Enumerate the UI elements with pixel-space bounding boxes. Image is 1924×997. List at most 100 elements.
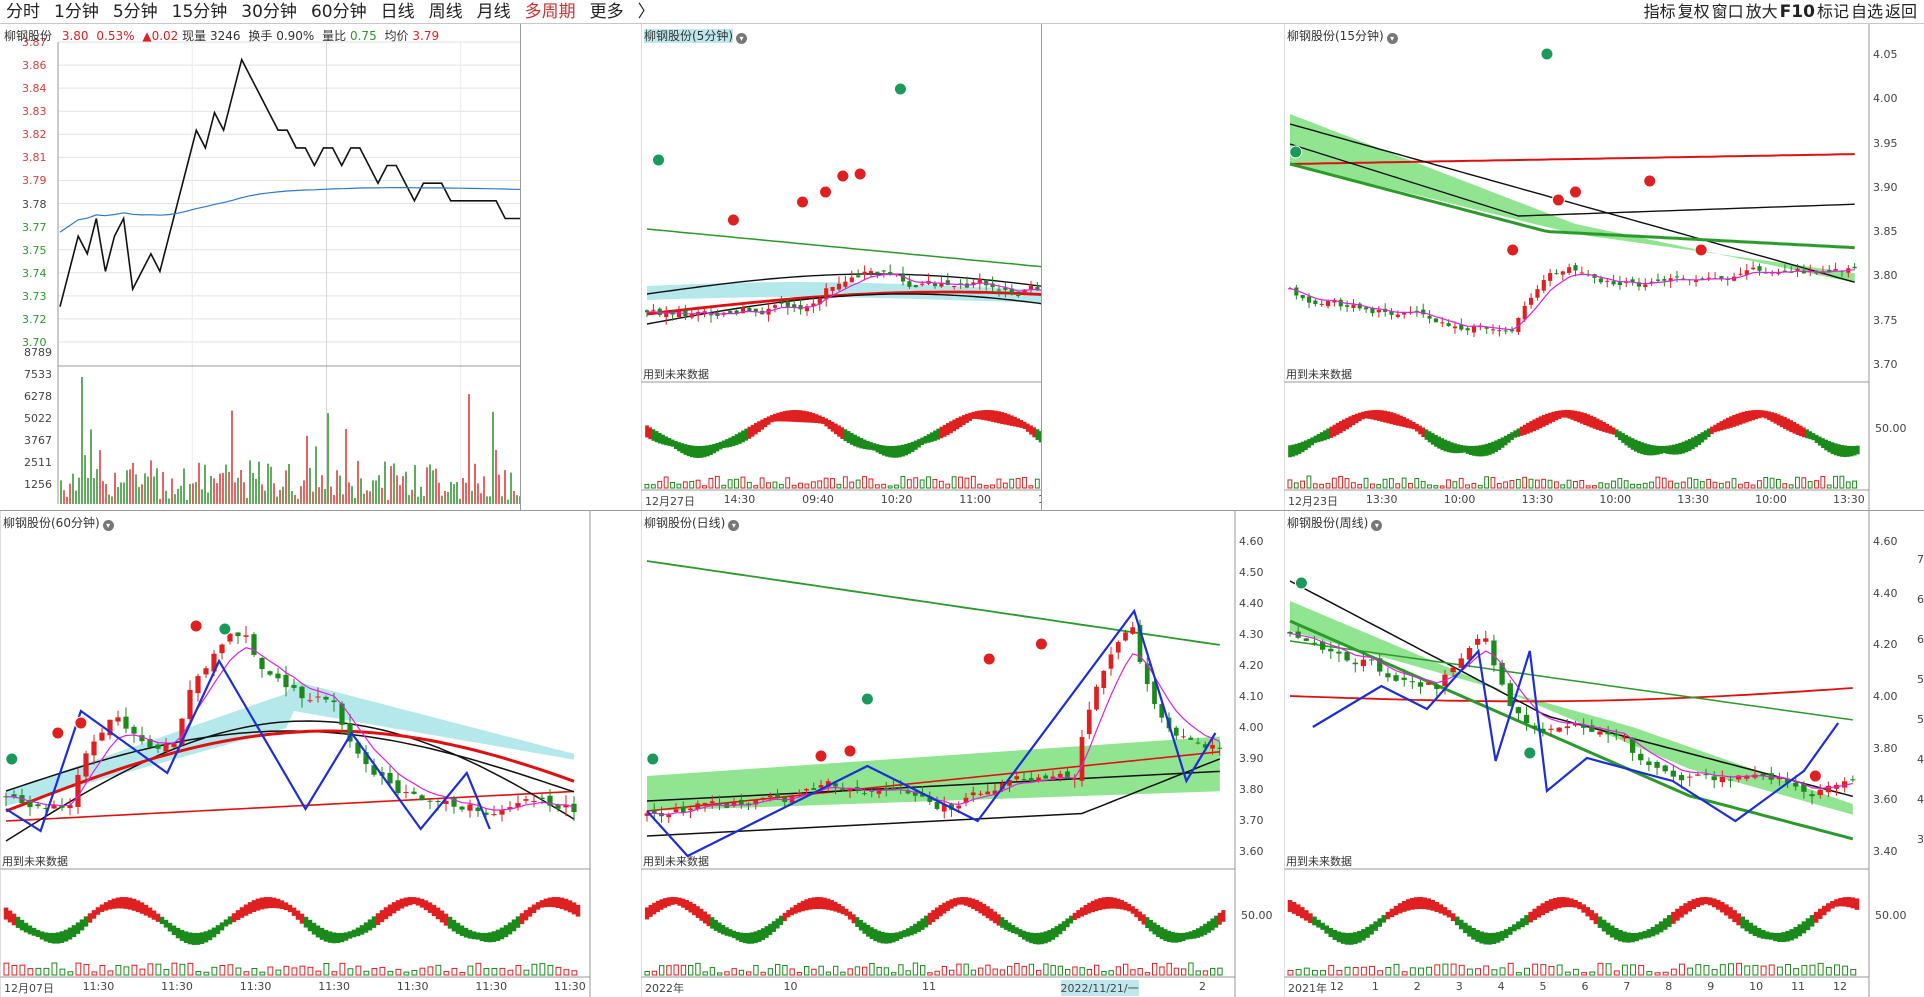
tab-4[interactable]: 30分钟	[235, 0, 305, 24]
signal-bar	[1210, 967, 1216, 976]
candle-body	[523, 799, 529, 801]
menu-7[interactable]: 返回	[1884, 0, 1918, 24]
signal-bar	[1144, 972, 1151, 976]
kline-weekly-panel[interactable]: 柳钢股份(周线) ▾ 用到未来数据 4.60 4.40 4.20 4.00 3.80 3.60 3…	[1284, 511, 1924, 997]
kline-15min-panel[interactable]: 柳钢股份(15分钟) ▾ 用到未来数据 4.05 4.00 3.95 3.90 3.85 3.8…	[1284, 24, 1924, 510]
tab-6[interactable]: 日线	[375, 0, 423, 24]
tab-7[interactable]: 周线	[423, 0, 471, 24]
signal-bar	[547, 964, 554, 976]
kline-5min-panel[interactable]: 柳钢股份(5分钟) ▾ 用到未来数据 12月27日 14:30 09:40 10:20 11:…	[641, 24, 1041, 510]
kline-60min-panel[interactable]: 柳钢股份(60分钟) ▾ 用到未来数据 12月07日 11:30 11:30 11:30 11…	[0, 511, 641, 997]
sell-signal-icon	[814, 749, 828, 763]
signal-bar	[894, 484, 899, 489]
panel-title[interactable]: 柳钢股份(60分钟) ▾	[3, 514, 114, 531]
y-axis-label: 3.70	[1239, 814, 1264, 827]
signal-bar	[1655, 476, 1661, 489]
candle-body	[934, 801, 940, 809]
signal-bar	[1293, 482, 1299, 489]
signal-bar	[708, 477, 714, 489]
signal-bar	[702, 971, 708, 976]
y-axis-label: 4.60	[1239, 535, 1264, 548]
x-axis-label: 10:00	[1755, 493, 1787, 506]
zigzag-line	[1312, 648, 1840, 823]
candle-body	[75, 774, 81, 807]
candle-body	[1621, 737, 1628, 739]
candle-body	[767, 795, 773, 797]
x-axis-label: 10:00	[1599, 493, 1632, 506]
signal-bar	[854, 966, 861, 976]
signal-bar	[977, 483, 983, 489]
signal-bars	[1287, 475, 1857, 489]
panel-title-text: 柳钢股份(5分钟)	[644, 29, 733, 43]
tab-9[interactable]: 多周期	[519, 0, 584, 24]
tab-5[interactable]: 60分钟	[305, 0, 375, 24]
tab-11[interactable]: 〉	[632, 0, 663, 24]
menu-1[interactable]: 复权	[1677, 0, 1711, 24]
signal-bar	[1079, 967, 1085, 976]
menu-2[interactable]: 窗口	[1711, 0, 1745, 24]
tab-1[interactable]: 1分钟	[48, 0, 107, 24]
menu-4[interactable]: F10	[1779, 0, 1816, 24]
tab-8[interactable]: 月线	[471, 0, 519, 24]
y-left-label: 3.82	[22, 128, 47, 142]
signal-bar	[1679, 963, 1685, 976]
menu-3[interactable]: 放大	[1745, 0, 1779, 24]
tab-2[interactable]: 5分钟	[107, 0, 166, 24]
candle-body	[1611, 281, 1616, 285]
panel-title[interactable]: 柳钢股份(周线) ▾	[1287, 514, 1383, 531]
signal-bar	[299, 965, 306, 976]
signal-bar	[862, 476, 867, 489]
signal-bar	[874, 484, 880, 489]
candle-body	[708, 314, 714, 316]
menu-5[interactable]: 标记	[1816, 0, 1850, 24]
signal-bar	[1744, 481, 1750, 489]
menu-6[interactable]: 自选	[1850, 0, 1884, 24]
menu-0[interactable]: 指标	[1643, 0, 1677, 24]
signal-bar	[1015, 478, 1021, 489]
signal-bar	[563, 969, 570, 976]
signal-bar	[275, 969, 282, 976]
signal-bar	[395, 968, 402, 976]
tab-3[interactable]: 15分钟	[166, 0, 236, 24]
avg-price: 3.79	[412, 29, 440, 43]
gear-icon[interactable]: ▾	[728, 520, 740, 531]
signal-bar	[775, 963, 781, 976]
gear-icon[interactable]: ▾	[1386, 33, 1398, 44]
signal-bar	[1736, 962, 1743, 976]
signal-bar	[251, 967, 258, 976]
signal-bar	[881, 483, 887, 489]
vol-left-label: 7533	[24, 368, 52, 381]
panel-title[interactable]: 柳钢股份(日线) ▾	[644, 514, 740, 531]
signal-bar	[796, 972, 803, 976]
candle-body	[1693, 280, 1699, 283]
x-axis-label: 11:30	[475, 980, 508, 993]
candle-body	[796, 792, 802, 794]
y-axis-label: 4.10	[1239, 690, 1264, 703]
signal-bar	[951, 476, 957, 489]
signal-bar	[1303, 967, 1310, 976]
tab-0[interactable]: 分时	[0, 0, 48, 24]
signal-bar	[1547, 479, 1553, 489]
candle-body	[1817, 789, 1823, 796]
y-axis-label-right: 5.50	[1917, 673, 1924, 686]
candle-body	[673, 809, 679, 813]
gear-icon[interactable]: ▾	[1371, 520, 1383, 531]
candles	[3, 625, 577, 822]
signal-bar	[1450, 963, 1457, 976]
candle-body	[875, 271, 880, 273]
signal-bar	[883, 967, 890, 976]
volume-bars	[60, 377, 520, 504]
tab-10[interactable]: 更多	[584, 0, 632, 24]
kline-daily-panel[interactable]: 柳钢股份(日线) ▾ 用到未来数据 4.60 4.50 4.40 4.30 4.20 4.10 4…	[641, 511, 1284, 997]
candle-body	[1016, 295, 1021, 297]
y-axis-label: 3.80	[1873, 269, 1898, 283]
panel-title[interactable]: 柳钢股份(15分钟) ▾	[1287, 27, 1398, 44]
gear-icon[interactable]: ▾	[102, 520, 114, 531]
panel-title[interactable]: 柳钢股份(5分钟) ▾	[644, 27, 747, 44]
signal-bar	[1338, 476, 1344, 489]
signal-bar	[789, 968, 795, 976]
candle-body	[1597, 731, 1603, 735]
gear-icon[interactable]: ▾	[736, 33, 747, 44]
y-left-label: 3.75	[22, 243, 47, 257]
minute-chart-panel[interactable]: 柳钢股份 3.80 0.53% ▲0.02 现量 3246 换手 0.90% 量…	[0, 24, 520, 510]
